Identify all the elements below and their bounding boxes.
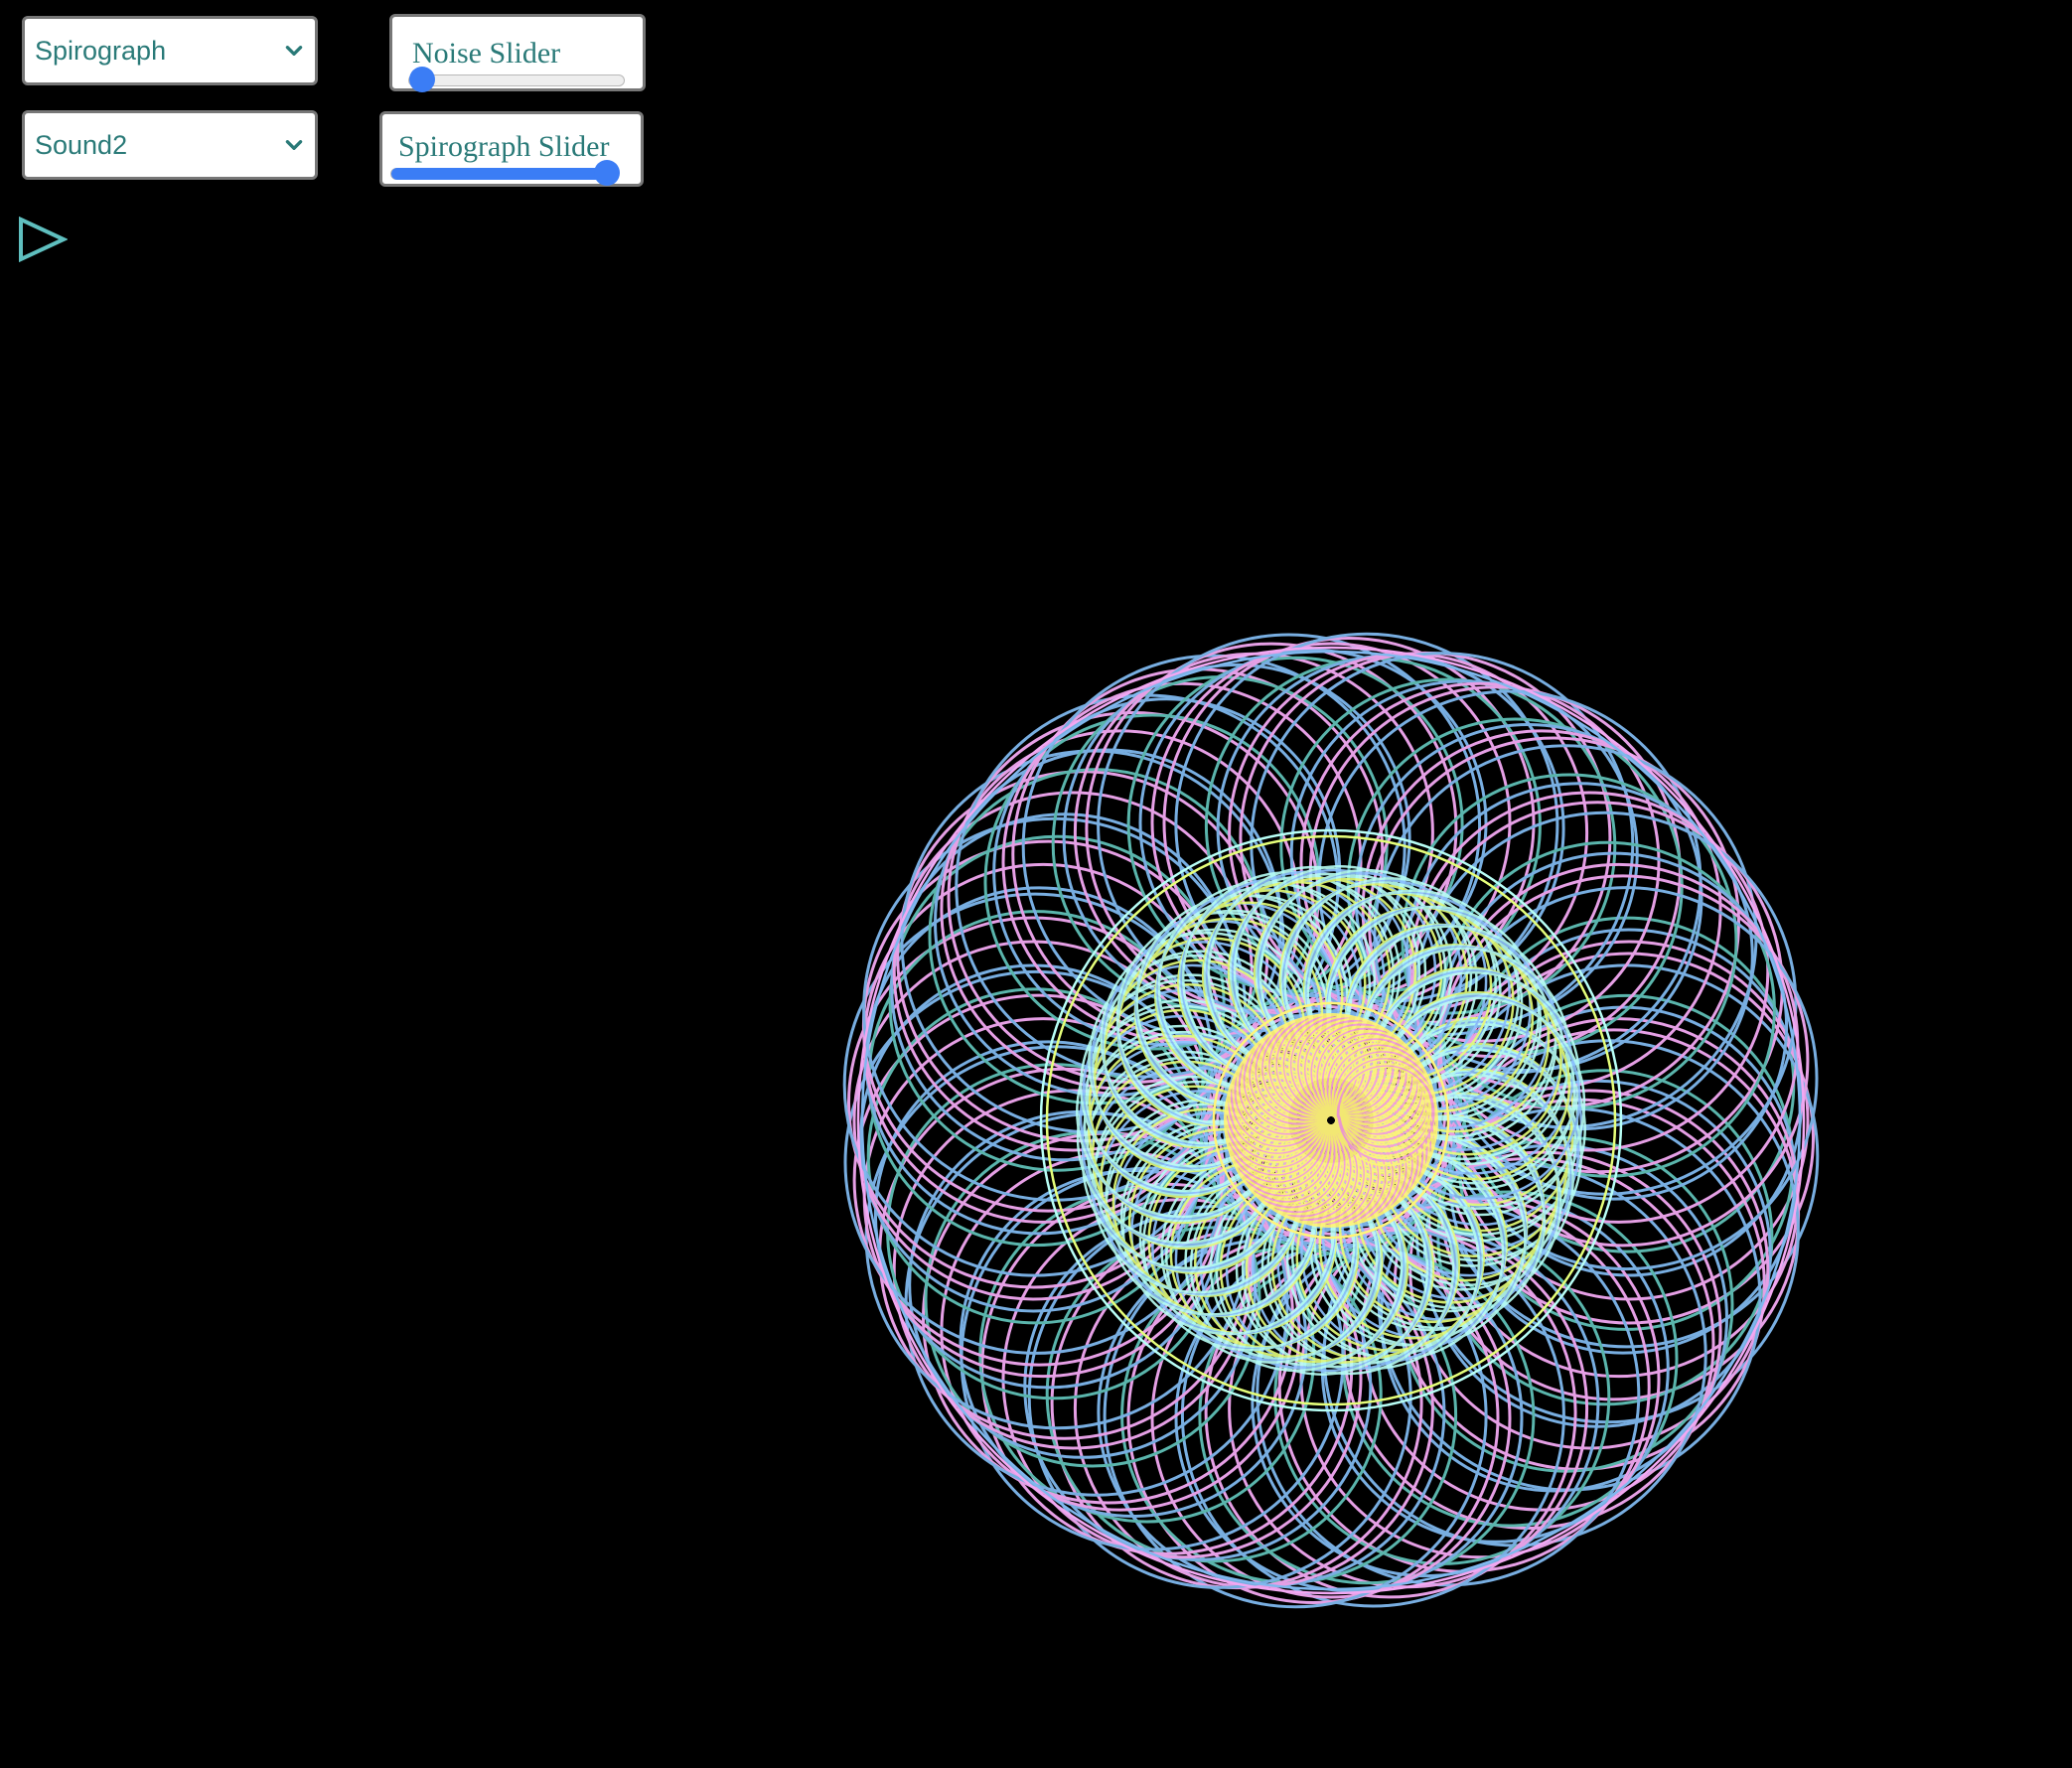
play-button[interactable] bbox=[18, 217, 68, 262]
spirograph-canvas bbox=[842, 632, 1820, 1609]
spirograph-boundary bbox=[860, 650, 1802, 1591]
mode-select[interactable]: Spirograph bbox=[22, 16, 318, 85]
noise-slider-label: Noise Slider bbox=[412, 37, 561, 70]
spirograph-slider-label: Spirograph Slider bbox=[398, 130, 610, 163]
mode-select-value: Spirograph bbox=[35, 35, 167, 66]
spirograph-slider[interactable] bbox=[390, 160, 620, 186]
sound-select-value: Sound2 bbox=[35, 129, 128, 160]
spirograph-slider-panel: Spirograph Slider bbox=[379, 111, 644, 187]
chevron-down-icon bbox=[285, 46, 303, 56]
noise-slider-panel: Noise Slider bbox=[389, 14, 646, 92]
center-ring bbox=[1224, 1013, 1438, 1228]
chevron-down-icon bbox=[285, 140, 303, 150]
sound-select[interactable]: Sound2 bbox=[22, 110, 318, 180]
inner-petal-ring bbox=[1076, 865, 1586, 1376]
spirograph-slider-thumb[interactable] bbox=[594, 160, 620, 186]
noise-slider[interactable] bbox=[408, 67, 625, 92]
spirograph-slider-fill bbox=[391, 168, 607, 180]
outer-petal-ring bbox=[842, 632, 1820, 1609]
play-icon bbox=[19, 217, 68, 262]
